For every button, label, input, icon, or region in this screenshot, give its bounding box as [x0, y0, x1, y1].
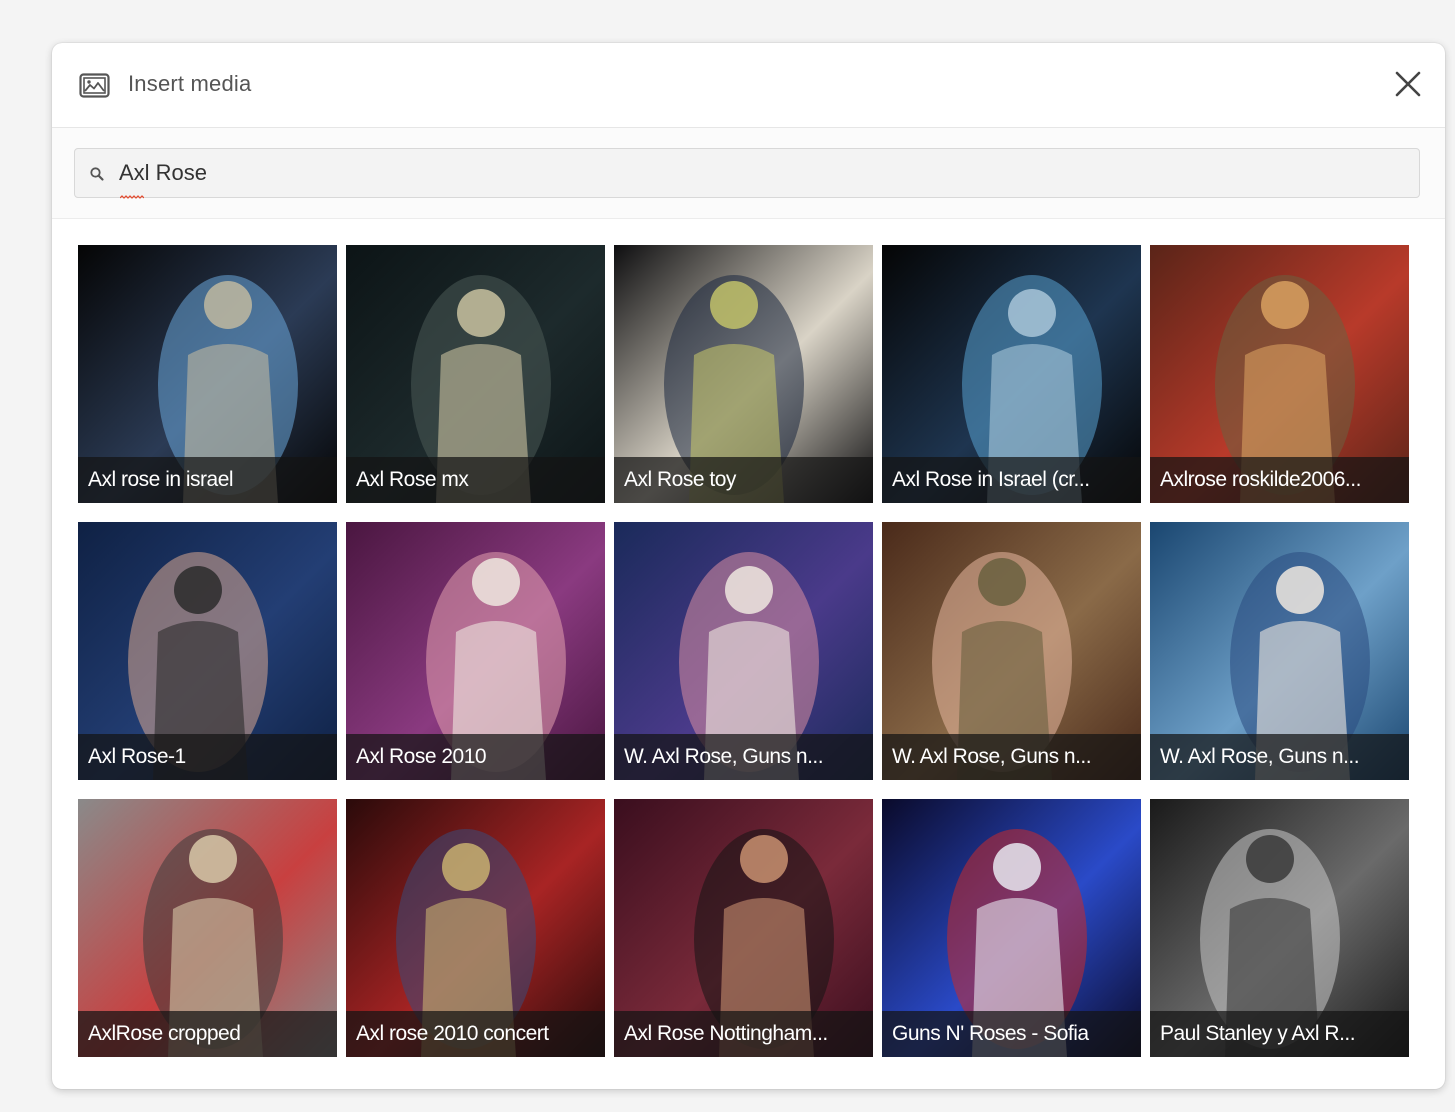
- media-result-tile[interactable]: Axl Rose mx: [346, 245, 605, 503]
- dialog-title: Insert media: [128, 71, 252, 96]
- media-result-tile[interactable]: Axl rose in israel: [78, 245, 337, 503]
- media-result-tile[interactable]: Axl Rose Nottingham...: [614, 799, 873, 1057]
- media-result-tile[interactable]: Axl Rose 2010: [346, 522, 605, 780]
- media-caption: W. Axl Rose, Guns n...: [882, 734, 1141, 780]
- media-caption: Axl Rose 2010: [346, 734, 605, 780]
- media-caption: W. Axl Rose, Guns n...: [614, 734, 873, 780]
- results-grid: Axl rose in israel Axl Rose mx Axl Rose to…: [78, 245, 1412, 1061]
- insert-media-dialog: Insert media Axl rose in israel: [52, 43, 1445, 1089]
- search-box[interactable]: [74, 148, 1420, 199]
- media-caption: Axl Rose mx: [346, 457, 605, 503]
- media-caption: Axl Rose toy: [614, 457, 873, 503]
- close-button[interactable]: [1391, 67, 1425, 101]
- media-result-tile[interactable]: Guns N' Roses - Sofia: [882, 799, 1141, 1057]
- search-input[interactable]: [119, 157, 1399, 189]
- media-caption: Axl Rose-1: [78, 734, 337, 780]
- media-result-tile[interactable]: Axl Rose in Israel (cr...: [882, 245, 1141, 503]
- media-result-tile[interactable]: W. Axl Rose, Guns n...: [882, 522, 1141, 780]
- media-caption: Axl Rose in Israel (cr...: [882, 457, 1141, 503]
- media-caption: AxlRose cropped: [78, 1011, 337, 1057]
- media-result-tile[interactable]: Axl Rose toy: [614, 245, 873, 503]
- search-icon: [89, 166, 105, 182]
- media-caption: Axlrose roskilde2006...: [1150, 457, 1409, 503]
- media-result-tile[interactable]: Axlrose roskilde2006...: [1150, 245, 1409, 503]
- media-result-tile[interactable]: W. Axl Rose, Guns n...: [614, 522, 873, 780]
- media-result-tile[interactable]: W. Axl Rose, Guns n...: [1150, 522, 1409, 780]
- search-area: [52, 128, 1445, 219]
- media-caption: Paul Stanley y Axl R...: [1150, 1011, 1409, 1057]
- media-result-tile[interactable]: Axl rose 2010 concert: [346, 799, 605, 1057]
- media-caption: W. Axl Rose, Guns n...: [1150, 734, 1409, 780]
- spellcheck-underline: [119, 186, 145, 199]
- close-icon[interactable]: [1391, 67, 1425, 101]
- dialog-header: Insert media: [52, 43, 1445, 128]
- media-caption: Axl rose in israel: [78, 457, 337, 503]
- media-caption: Guns N' Roses - Sofia: [882, 1011, 1141, 1057]
- media-caption: Axl rose 2010 concert: [346, 1011, 605, 1057]
- media-result-tile[interactable]: AxlRose cropped: [78, 799, 337, 1057]
- media-caption: Axl Rose Nottingham...: [614, 1011, 873, 1057]
- image-icon: [79, 73, 110, 98]
- media-result-tile[interactable]: Axl Rose-1: [78, 522, 337, 780]
- media-result-tile[interactable]: Paul Stanley y Axl R...: [1150, 799, 1409, 1057]
